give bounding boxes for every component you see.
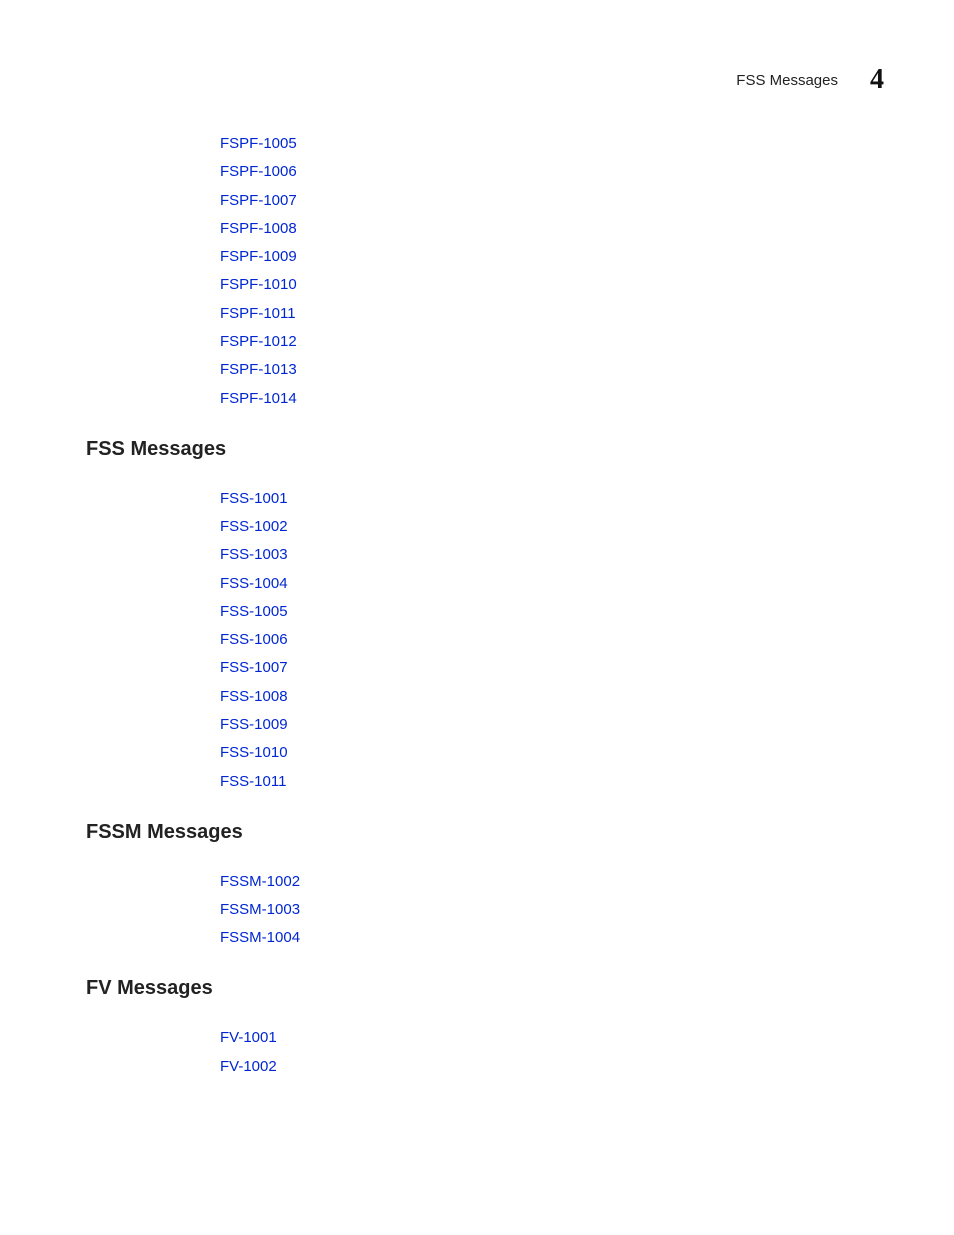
message-link[interactable]: FSPF-1005 xyxy=(220,136,297,151)
fssm-messages-heading: FSSM Messages xyxy=(86,821,884,844)
message-link[interactable]: FSPF-1006 xyxy=(220,164,297,179)
message-link[interactable]: FSS-1010 xyxy=(220,745,288,760)
message-link[interactable]: FSS-1011 xyxy=(220,774,286,789)
message-link[interactable]: FSS-1009 xyxy=(220,717,288,732)
message-link[interactable]: FSS-1004 xyxy=(220,576,288,591)
message-link[interactable]: FSS-1005 xyxy=(220,604,288,619)
message-link[interactable]: FSPF-1008 xyxy=(220,221,297,236)
fv-messages-heading: FV Messages xyxy=(86,977,884,1000)
fv-link-list: FV-1001 FV-1002 xyxy=(220,1030,884,1073)
message-link[interactable]: FV-1001 xyxy=(220,1030,277,1045)
fspf-link-list: FSPF-1005 FSPF-1006 FSPF-1007 FSPF-1008 … xyxy=(220,136,884,406)
message-link[interactable]: FSPF-1011 xyxy=(220,306,296,321)
message-link[interactable]: FSS-1007 xyxy=(220,660,288,675)
header-section-title: FSS Messages xyxy=(736,72,838,89)
header-chapter-number: 4 xyxy=(870,64,884,96)
message-link[interactable]: FSS-1003 xyxy=(220,547,288,562)
message-link[interactable]: FSSM-1004 xyxy=(220,930,300,945)
message-link[interactable]: FV-1002 xyxy=(220,1059,277,1074)
message-link[interactable]: FSPF-1009 xyxy=(220,249,297,264)
message-link[interactable]: FSS-1002 xyxy=(220,519,288,534)
message-link[interactable]: FSS-1001 xyxy=(220,491,288,506)
message-link[interactable]: FSPF-1013 xyxy=(220,362,297,377)
message-link[interactable]: FSS-1008 xyxy=(220,689,288,704)
message-link[interactable]: FSPF-1010 xyxy=(220,277,297,292)
message-link[interactable]: FSPF-1007 xyxy=(220,193,297,208)
message-link[interactable]: FSPF-1014 xyxy=(220,391,297,406)
message-link[interactable]: FSSM-1003 xyxy=(220,902,300,917)
fssm-link-list: FSSM-1002 FSSM-1003 FSSM-1004 xyxy=(220,874,884,946)
fss-link-list: FSS-1001 FSS-1002 FSS-1003 FSS-1004 FSS-… xyxy=(220,491,884,789)
page-header: FSS Messages 4 xyxy=(736,64,884,96)
message-link[interactable]: FSS-1006 xyxy=(220,632,288,647)
message-link[interactable]: FSPF-1012 xyxy=(220,334,297,349)
message-link[interactable]: FSSM-1002 xyxy=(220,874,300,889)
fss-messages-heading: FSS Messages xyxy=(86,438,884,461)
page-content: FSPF-1005 FSPF-1006 FSPF-1007 FSPF-1008 … xyxy=(86,136,884,1087)
